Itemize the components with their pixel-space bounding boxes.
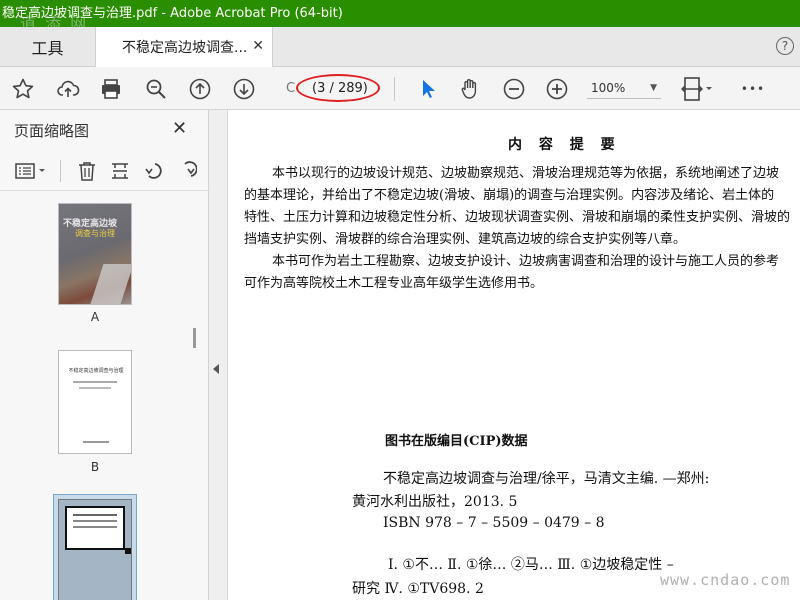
thumbnail-page-c[interactable] <box>58 499 132 600</box>
chevron-left-icon[interactable] <box>213 364 219 374</box>
document-view[interactable]: 内 容 提 要 本书以现行的边坡设计规范、边坡勘察规范、滑坡治理规范等为依据，系… <box>228 110 800 600</box>
extract-page-icon[interactable] <box>108 159 132 183</box>
sidebar-toolbar <box>0 154 209 191</box>
fit-page-icon[interactable] <box>680 75 714 103</box>
cip-line-4: Ⅰ. ①不… Ⅱ. ①徐… ②马… Ⅲ. ①边坡稳定性 – <box>388 557 674 573</box>
cover-subtitle: 调查与治理 <box>75 229 115 238</box>
thumbnail-page-a[interactable]: 不稳定高边坡 调查与治理 <box>58 203 132 305</box>
tab-close-icon[interactable]: ✕ <box>252 38 264 54</box>
summary-line-2: 的基本理论，并给出了不稳定边坡(滑坡、崩塌)的调查与治理实例。内容涉及绪论、岩土… <box>244 188 775 203</box>
rotate-left-icon[interactable] <box>142 159 166 183</box>
cip-line-2: 黄河水利出版社，2013. 5 <box>352 494 518 510</box>
thumb-c-line <box>73 520 117 522</box>
summary-heading: 内 容 提 要 <box>508 137 621 153</box>
sidebar-collapse-handle[interactable] <box>209 110 228 600</box>
sidebar-title: 页面缩略图 <box>14 122 90 140</box>
select-arrow-icon[interactable] <box>414 75 442 103</box>
summary-line-6: 可作为高等院校土木工程专业高年级学生选修用书。 <box>244 276 544 291</box>
sidebar-divider <box>60 160 61 182</box>
tab-tools-label: 工具 <box>31 39 64 58</box>
summary-line-3: 特性、土压力计算和边坡稳定性分析、边坡现状调查实例、滑坡和崩塌的柔性支护实例、滑… <box>244 210 791 225</box>
thumb-b-line <box>83 441 109 443</box>
zoom-out-icon[interactable] <box>500 75 528 103</box>
tab-document-label: 不稳定高边坡调查... <box>122 40 248 56</box>
page-up-icon[interactable] <box>186 75 214 103</box>
more-icon[interactable]: ••• <box>738 75 768 103</box>
thumbnail-label-b: B <box>90 460 100 474</box>
cloud-upload-icon[interactable] <box>54 75 82 103</box>
thumb-c-line <box>73 514 117 516</box>
page-number-annotation <box>296 74 380 102</box>
help-icon[interactable]: ? <box>776 37 794 55</box>
cip-line-1: 不稳定高边坡调查与治理/徐平，马清文主编. —郑州: <box>383 471 710 487</box>
rotate-right-icon[interactable] <box>174 159 198 183</box>
summary-line-5: 本书可作为岩土工程勘察、边坡支护设计、边坡病害调查和治理的设计与施工人员的参考 <box>272 254 780 269</box>
thumb-b-line <box>73 381 117 383</box>
page-field-prefix: C <box>286 80 296 96</box>
thumb-c-line <box>73 526 117 528</box>
main-toolbar: C (3 / 289) 100% ▼ ••• <box>0 67 800 110</box>
thumbnail-list: 不稳定高边坡 调查与治理 A 不稳定高边坡调查与治理 B <box>0 192 198 600</box>
hand-tool-icon[interactable] <box>456 75 484 103</box>
thumbnail-page-b[interactable]: 不稳定高边坡调查与治理 <box>58 350 132 454</box>
sidebar-close-icon[interactable]: ✕ <box>172 118 187 139</box>
thumb-c-handle <box>125 548 131 554</box>
watermark-top: 道 添 网 <box>20 14 89 33</box>
tab-document[interactable]: 不稳定高边坡调查... ✕ <box>95 27 273 67</box>
chevron-down-icon: ▼ <box>650 82 657 93</box>
summary-line-1: 本书以现行的边坡设计规范、边坡勘察规范、滑坡治理规范等为依据，系统地阐述了边坡 <box>272 166 780 181</box>
thumb-c-frame <box>65 506 125 550</box>
zoom-value: 100% <box>591 80 626 95</box>
zoom-in-icon[interactable] <box>543 75 571 103</box>
thumbnail-label-a: A <box>90 310 100 324</box>
thumbnail-options-icon[interactable] <box>14 159 52 183</box>
cip-line-5: 研究 Ⅳ. ①TV698. 2 <box>352 581 484 597</box>
thumbnail-sidebar: 页面缩略图 ✕ 不稳定高边坡 调查与治理 A 不稳定高边坡调查与治理 B <box>0 110 209 600</box>
footer-watermark: www.cndao.com <box>660 571 791 589</box>
summary-line-4: 挡墙支护实例、滑坡群的综合治理实例、建筑高边坡的综合支护实例等八章。 <box>244 232 687 247</box>
cip-line-3: ISBN 978 – 7 – 5509 – 0479 – 8 <box>383 515 605 531</box>
bookmark-star-icon[interactable] <box>9 75 37 103</box>
print-icon[interactable] <box>97 75 125 103</box>
cip-title: 图书在版编目(CIP)数据 <box>385 434 528 449</box>
page-down-icon[interactable] <box>230 75 258 103</box>
window-titlebar: 稳定高边坡调查与治理.pdf - Adobe Acrobat Pro (64-b… <box>0 0 800 27</box>
sidebar-scrollbar-thumb[interactable] <box>193 328 196 348</box>
tab-bar: 工具 不稳定高边坡调查... ✕ ? <box>0 27 800 67</box>
thumb-b-title: 不稳定高边坡调查与治理 <box>68 368 124 374</box>
zoom-search-icon[interactable] <box>142 75 170 103</box>
toolbar-divider <box>394 77 395 101</box>
zoom-dropdown[interactable]: 100% ▼ <box>587 77 661 99</box>
thumb-b-line <box>79 387 111 389</box>
delete-page-icon[interactable] <box>75 159 99 183</box>
